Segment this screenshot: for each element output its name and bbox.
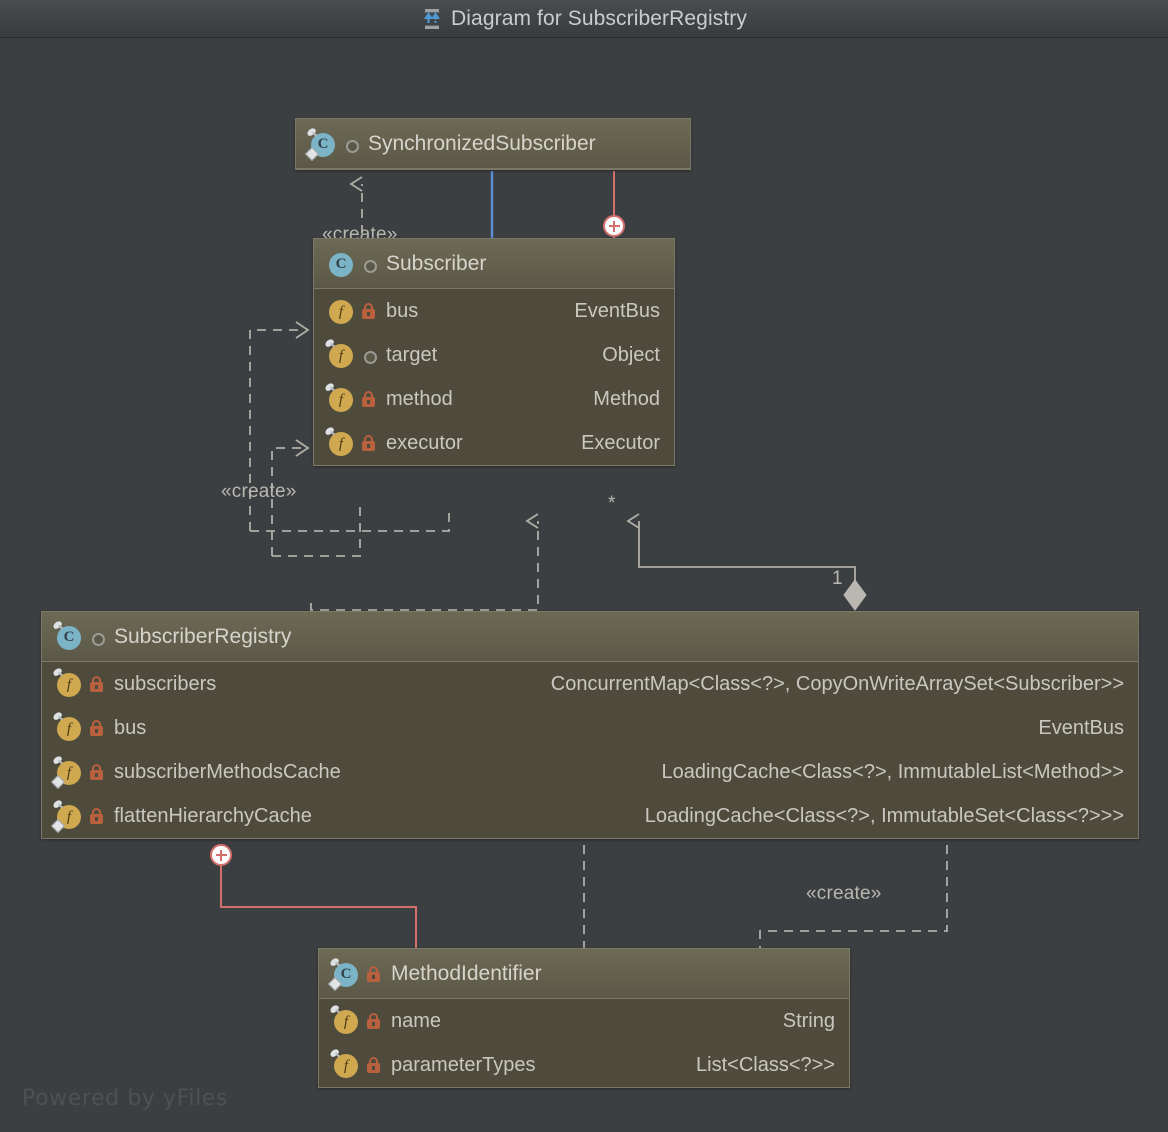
- field-row[interactable]: f name String: [319, 999, 849, 1043]
- field-icon: f: [330, 1007, 358, 1035]
- class-icon: C: [53, 623, 81, 651]
- visibility-private-icon: [88, 806, 106, 826]
- field-icon: f: [325, 385, 353, 413]
- field-name: parameterTypes: [391, 1053, 536, 1076]
- class-node-methodidentifier[interactable]: C MethodIdentifier f name String f param…: [318, 948, 850, 1088]
- class-name: MethodIdentifier: [391, 961, 542, 985]
- window-title-bar: Diagram for SubscriberRegistry: [0, 0, 1168, 38]
- class-icon: C: [330, 960, 358, 988]
- field-type: LoadingCache<Class<?>, ImmutableList<Met…: [661, 760, 1124, 783]
- field-type: ConcurrentMap<Class<?>, CopyOnWriteArray…: [550, 672, 1124, 695]
- field-type: LoadingCache<Class<?>, ImmutableSet<Clas…: [644, 804, 1124, 827]
- visibility-package-private-icon: [360, 345, 378, 365]
- visibility-package-private-icon: [342, 134, 360, 154]
- edge-aggregation-registry-subscriber[interactable]: [626, 513, 867, 611]
- visibility-private-icon: [88, 762, 106, 782]
- edge-dependency-registry-subscriber[interactable]: [310, 513, 539, 611]
- field-icon: f: [53, 670, 81, 698]
- visibility-private-icon: [365, 1011, 383, 1031]
- field-icon: f: [330, 1051, 358, 1079]
- field-row[interactable]: f subscriberMethodsCache LoadingCache<Cl…: [42, 750, 1138, 794]
- field-row[interactable]: f target Object: [314, 333, 674, 377]
- field-row[interactable]: f subscribers ConcurrentMap<Class<?>, Co…: [42, 662, 1138, 706]
- visibility-private-icon: [360, 433, 378, 453]
- field-icon: f: [325, 429, 353, 457]
- field-type: Object: [602, 343, 660, 366]
- field-row[interactable]: f executor Executor: [314, 421, 674, 465]
- field-icon: f: [53, 802, 81, 830]
- field-row[interactable]: f parameterTypes List<Class<?>>: [319, 1043, 849, 1087]
- window-title: Diagram for SubscriberRegistry: [451, 6, 747, 30]
- inner-class-plus-marker-methodidentifier: [210, 844, 232, 866]
- visibility-private-icon: [88, 718, 106, 738]
- visibility-private-icon: [88, 674, 106, 694]
- class-icon: C: [325, 250, 353, 278]
- field-name: name: [391, 1009, 442, 1032]
- class-node-subscriberregistry[interactable]: C SubscriberRegistry f subscribers Concu…: [41, 611, 1139, 839]
- visibility-private-icon: [365, 1055, 383, 1075]
- field-name: flattenHierarchyCache: [114, 804, 312, 827]
- field-name: method: [386, 387, 453, 410]
- visibility-private-icon: [360, 389, 378, 409]
- visibility-private-icon: [365, 964, 383, 984]
- class-header-subscriber[interactable]: C Subscriber: [314, 239, 674, 289]
- field-row[interactable]: f flattenHierarchyCache LoadingCache<Cla…: [42, 794, 1138, 838]
- class-name: SynchronizedSubscriber: [368, 131, 596, 155]
- yfiles-watermark: Powered by yFiles: [22, 1086, 228, 1111]
- field-type: Method: [593, 387, 660, 410]
- field-icon: f: [53, 714, 81, 742]
- diagram-canvas[interactable]: «create» «create» «create» * 1 C Synchro…: [0, 38, 1168, 1132]
- field-row[interactable]: f method Method: [314, 377, 674, 421]
- field-row[interactable]: f bus EventBus: [42, 706, 1138, 750]
- field-type: EventBus: [1038, 716, 1124, 739]
- diagram-hierarchy-icon: [421, 8, 443, 30]
- visibility-private-icon: [360, 301, 378, 321]
- class-node-synchronizedsubscriber[interactable]: C SynchronizedSubscriber: [295, 118, 691, 170]
- class-name: SubscriberRegistry: [114, 624, 292, 648]
- edge-multiplicity-one: 1: [832, 568, 843, 589]
- field-type: String: [782, 1009, 835, 1032]
- visibility-package-private-icon: [360, 254, 378, 274]
- field-icon: f: [325, 297, 353, 325]
- field-type: List<Class<?>>: [696, 1053, 835, 1076]
- visibility-package-private-icon: [88, 627, 106, 647]
- class-header-subscriberregistry[interactable]: C SubscriberRegistry: [42, 612, 1138, 662]
- edge-label-create-left: «create»: [221, 481, 297, 502]
- field-name: subscriberMethodsCache: [114, 760, 341, 783]
- class-icon: C: [307, 130, 335, 158]
- class-header-synchronizedsubscriber[interactable]: C SynchronizedSubscriber: [296, 119, 690, 169]
- inner-class-plus-marker-subscriber: [603, 215, 625, 237]
- field-type: EventBus: [574, 299, 660, 322]
- field-name: executor: [386, 431, 463, 454]
- field-icon: f: [325, 341, 353, 369]
- field-row[interactable]: f bus EventBus: [314, 289, 674, 333]
- field-name: bus: [386, 299, 419, 322]
- class-name: Subscriber: [386, 251, 487, 275]
- class-node-subscriber[interactable]: C Subscriber f bus EventBus f target Obj…: [313, 238, 675, 466]
- field-name: target: [386, 343, 438, 366]
- field-name: subscribers: [114, 672, 217, 695]
- edge-multiplicity-star: *: [608, 493, 616, 514]
- field-name: bus: [114, 716, 147, 739]
- field-icon: f: [53, 758, 81, 786]
- field-type: Executor: [581, 431, 660, 454]
- edge-label-create-bottom: «create»: [806, 883, 882, 904]
- class-header-methodidentifier[interactable]: C MethodIdentifier: [319, 949, 849, 999]
